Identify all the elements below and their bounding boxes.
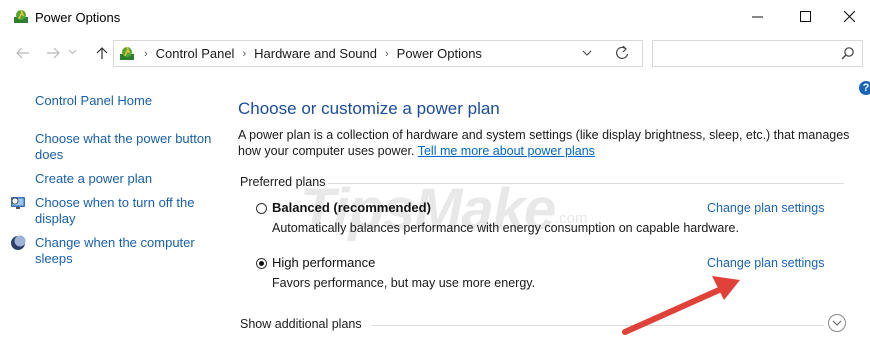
- back-button[interactable]: [14, 43, 32, 63]
- monitor-clock-icon: [11, 197, 25, 209]
- sidebar-item-display-off[interactable]: Choose when to turn off the display: [35, 195, 210, 227]
- control-panel-icon: [120, 46, 134, 60]
- chevron-down-icon: [832, 320, 842, 326]
- maximize-icon: [799, 10, 811, 22]
- arrow-up-icon: [96, 47, 108, 59]
- up-button[interactable]: [93, 43, 111, 63]
- plan-balanced-radio[interactable]: [256, 203, 267, 214]
- recent-locations-button[interactable]: [68, 45, 77, 64]
- arrow-left-icon: [16, 47, 29, 59]
- show-additional-plans-label: Show additional plans: [240, 317, 362, 331]
- breadcrumb-hardware-and-sound[interactable]: Hardware and Sound: [254, 46, 377, 61]
- learn-more-link[interactable]: Tell me more about power plans: [418, 144, 595, 158]
- chevron-down-icon: [68, 49, 77, 55]
- expand-additional-plans-button[interactable]: [828, 314, 846, 332]
- search-icon: [841, 47, 854, 60]
- maximize-button[interactable]: [782, 0, 828, 32]
- preferred-plans-label: Preferred plans: [240, 175, 326, 189]
- breadcrumb-separator: ›: [242, 47, 247, 60]
- plan-balanced-name-text: Balanced (recommended): [272, 200, 431, 215]
- breadcrumb-separator: ›: [144, 47, 148, 60]
- sidebar-item-power-button[interactable]: Choose what the power button does: [35, 131, 225, 163]
- help-icon[interactable]: ?: [859, 81, 870, 95]
- breadcrumb-control-panel[interactable]: Control Panel: [156, 46, 235, 61]
- sidebar-item-create-plan[interactable]: Create a power plan: [35, 171, 152, 187]
- refresh-button[interactable]: [614, 44, 630, 65]
- window-title: Power Options: [35, 10, 121, 25]
- arrow-right-icon: [47, 47, 60, 59]
- power-options-app-icon: [14, 9, 28, 23]
- plan-high-performance-radio[interactable]: [256, 258, 267, 269]
- plan-high-performance-name: High performance: [272, 255, 376, 270]
- search-field[interactable]: [652, 40, 863, 67]
- breadcrumb-separator: ›: [384, 47, 389, 60]
- sidebar-control-panel-home[interactable]: Control Panel Home: [35, 93, 152, 109]
- page-description: A power plan is a collection of hardware…: [238, 127, 853, 159]
- sidebar-item-sleep[interactable]: Change when the computer sleeps: [35, 235, 210, 267]
- plan-balanced-name: Balanced (recommended): [272, 200, 431, 215]
- close-icon: [843, 10, 855, 22]
- breadcrumb-power-options[interactable]: Power Options: [397, 46, 482, 61]
- radio-selected-dot: [259, 261, 264, 266]
- address-bar[interactable]: › Control Panel › Hardware and Sound › P…: [113, 40, 643, 67]
- close-button[interactable]: [826, 0, 870, 32]
- plan-high-performance-description: Favors performance, but may use more ene…: [272, 276, 536, 290]
- chevron-down-icon: [582, 50, 592, 56]
- address-dropdown-button[interactable]: [582, 46, 592, 63]
- moon-icon: [11, 235, 26, 250]
- minimize-icon: [751, 16, 763, 17]
- forward-button[interactable]: [44, 43, 62, 63]
- page-title: Choose or customize a power plan: [238, 99, 500, 118]
- plan-balanced-description: Automatically balances performance with …: [272, 221, 739, 235]
- red-arrow-annotation: [622, 276, 740, 335]
- plan-balanced-change-link[interactable]: Change plan settings: [707, 201, 824, 215]
- refresh-icon: [616, 45, 629, 59]
- preferred-plans-divider: [328, 183, 844, 184]
- minimize-button[interactable]: [734, 0, 780, 32]
